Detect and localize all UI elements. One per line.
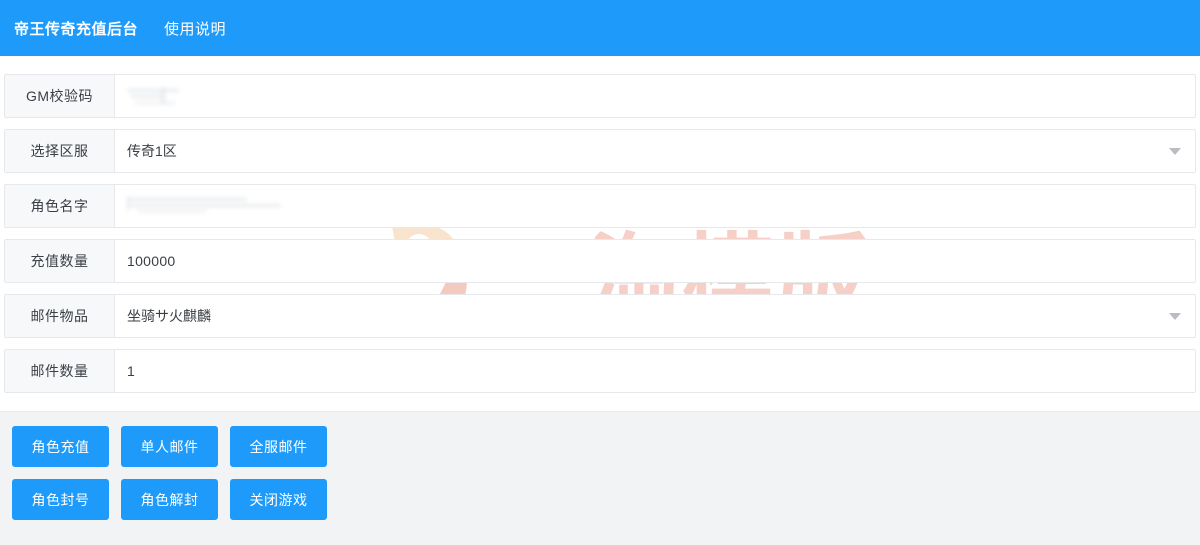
chevron-down-icon[interactable]	[1169, 313, 1181, 320]
form-label: 邮件数量	[4, 349, 114, 393]
unban-role-button[interactable]: 角色解封	[121, 479, 218, 520]
form-label: 邮件物品	[4, 294, 114, 338]
top-header-bar: 帝王传奇充值后台 使用说明	[0, 0, 1200, 56]
gm-form: GM校验码选择区服传奇1区角色名字充值数量邮件物品坐骑サ火麒麟邮件数量	[0, 56, 1200, 404]
form-input[interactable]	[127, 350, 1183, 392]
ban-role-button[interactable]: 角色封号	[12, 479, 109, 520]
form-row: 角色名字	[4, 184, 1196, 228]
form-label: 选择区服	[4, 129, 114, 173]
action-button-row: 角色封号 角色解封 关闭游戏	[12, 479, 1200, 520]
form-select[interactable]: 坐骑サ火麒麟	[114, 294, 1196, 338]
form-label: GM校验码	[4, 74, 114, 118]
form-row: GM校验码	[4, 74, 1196, 118]
form-row: 邮件物品 坐骑サ火麒麟	[4, 294, 1196, 338]
form-select-value: 坐骑サ火麒麟	[127, 308, 211, 324]
form-row: 邮件数量	[4, 349, 1196, 393]
form-input-wrapper[interactable]	[114, 239, 1196, 283]
nav-item-instructions[interactable]: 使用说明	[164, 18, 226, 39]
single-mail-button[interactable]: 单人邮件	[121, 426, 218, 467]
form-row: 选择区服 传奇1区	[4, 129, 1196, 173]
close-game-button[interactable]: 关闭游戏	[230, 479, 327, 520]
form-input-wrapper[interactable]	[114, 349, 1196, 393]
action-button-row: 角色充值 单人邮件 全服邮件	[12, 426, 1200, 467]
form-input-wrapper[interactable]	[114, 74, 1196, 118]
chevron-down-icon[interactable]	[1169, 148, 1181, 155]
form-input-wrapper[interactable]	[114, 184, 1196, 228]
action-button-panel: 角色充值 单人邮件 全服邮件 角色封号 角色解封 关闭游戏	[0, 411, 1200, 545]
form-label: 充值数量	[4, 239, 114, 283]
form-select-value: 传奇1区	[127, 143, 177, 159]
form-input[interactable]	[127, 240, 1183, 282]
global-mail-button[interactable]: 全服邮件	[230, 426, 327, 467]
redacted-value	[127, 195, 1183, 217]
recharge-role-button[interactable]: 角色充值	[12, 426, 109, 467]
form-label: 角色名字	[4, 184, 114, 228]
redacted-value	[127, 85, 1183, 107]
page-root: 帝王传奇充值后台 使用说明 一淘模版 GM校验码选择区服传奇1区角色名字充值数量…	[0, 0, 1200, 545]
app-title[interactable]: 帝王传奇充值后台	[14, 18, 138, 39]
form-select[interactable]: 传奇1区	[114, 129, 1196, 173]
form-row: 充值数量	[4, 239, 1196, 283]
